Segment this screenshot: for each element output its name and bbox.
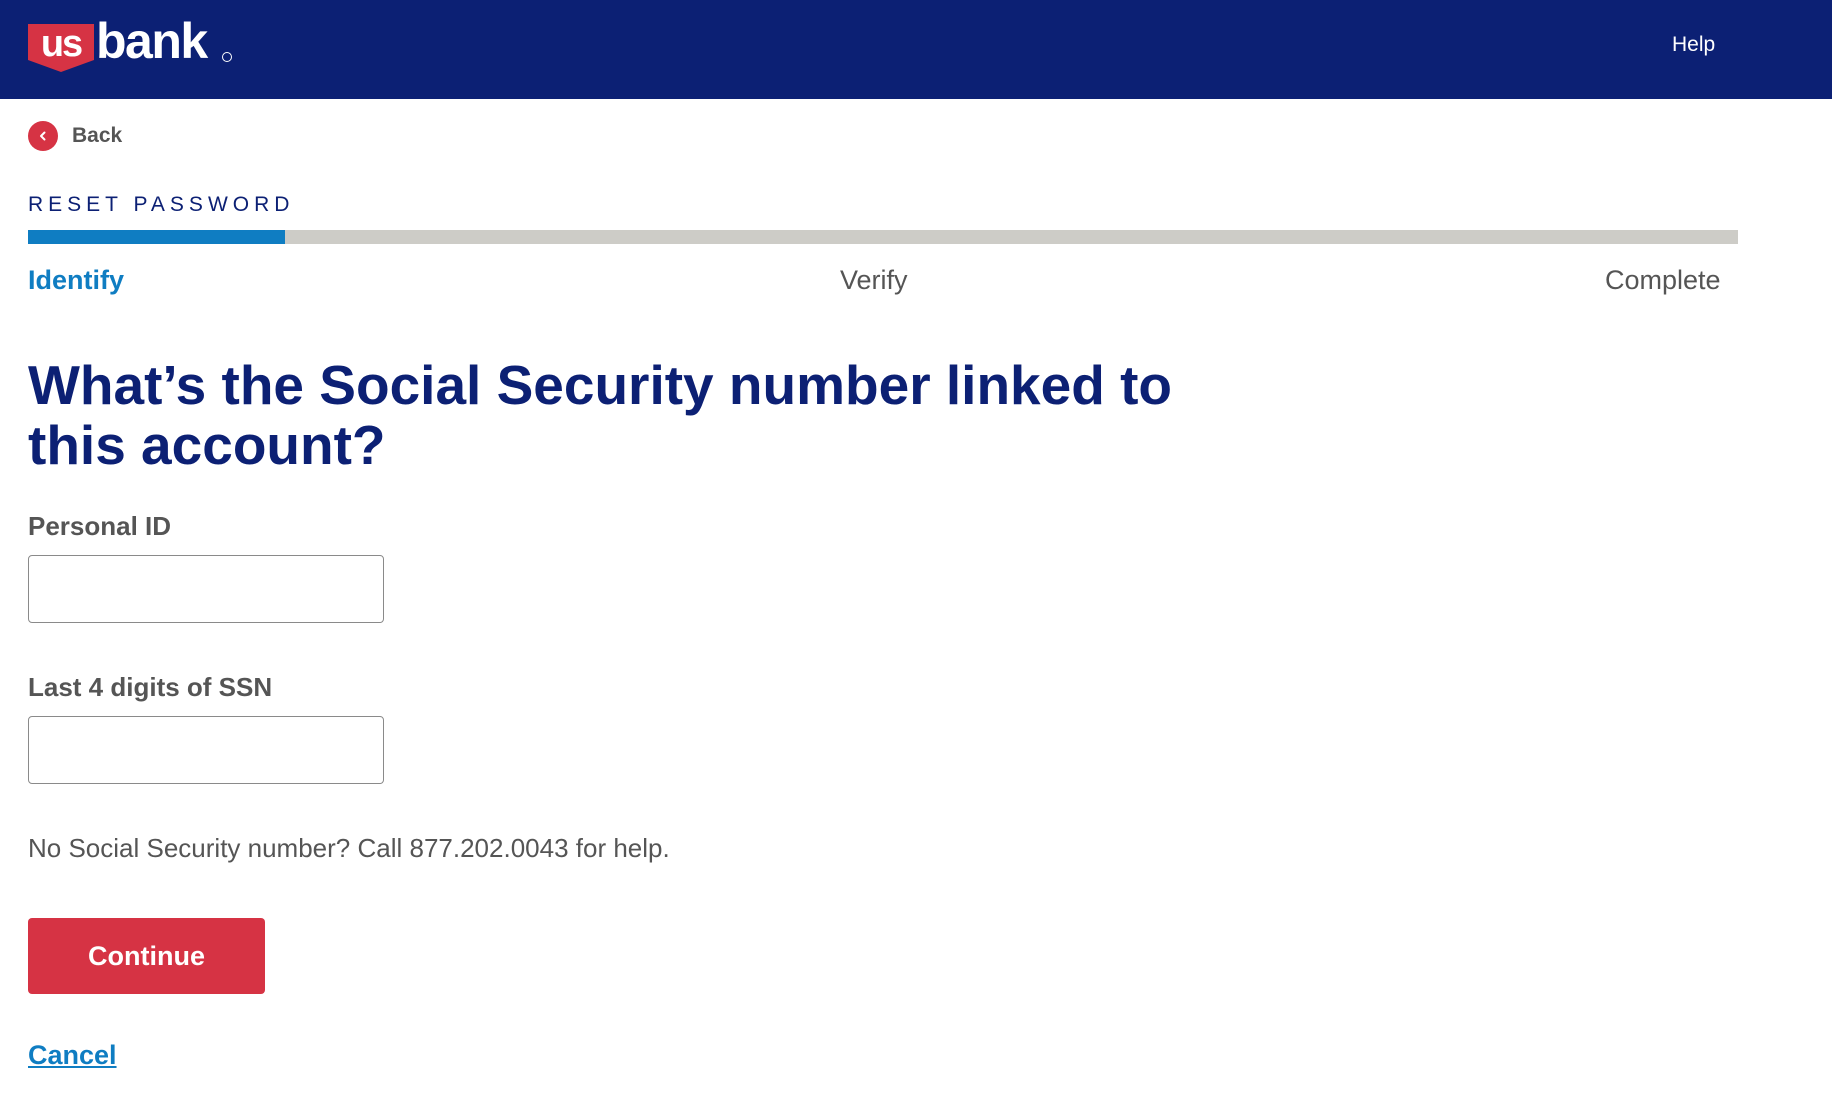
help-link[interactable]: Help [1672, 32, 1715, 58]
top-header: us bank Help [0, 0, 1832, 99]
progress-bar [28, 230, 1738, 244]
chevron-left-icon [28, 121, 58, 151]
page-title: What’s the Social Security number linked… [28, 354, 1173, 476]
ssn-last4-input[interactable] [28, 716, 384, 784]
us-shield-logo-mark: us [28, 23, 94, 72]
usbank-logo[interactable]: us bank [28, 13, 232, 76]
back-button[interactable]: Back [28, 121, 122, 151]
progress-bar-fill [28, 230, 285, 244]
cancel-link[interactable]: Cancel [28, 1038, 117, 1072]
continue-button[interactable]: Continue [28, 918, 265, 994]
registered-mark-icon [222, 52, 232, 62]
logo-us-text: us [41, 23, 82, 65]
back-label: Back [72, 124, 123, 147]
step-verify: Verify [840, 265, 908, 295]
ssn-last4-label: Last 4 digits of SSN [28, 672, 273, 702]
personal-id-input[interactable] [28, 555, 384, 623]
step-complete: Complete [1605, 265, 1721, 295]
personal-id-label: Personal ID [28, 511, 172, 541]
no-ssn-helper-text: No Social Security number? Call 877.202.… [28, 833, 670, 863]
flow-title: RESET PASSWORD [28, 193, 295, 216]
logo-bank-text: bank [96, 13, 208, 69]
step-identify: Identify [28, 265, 125, 295]
